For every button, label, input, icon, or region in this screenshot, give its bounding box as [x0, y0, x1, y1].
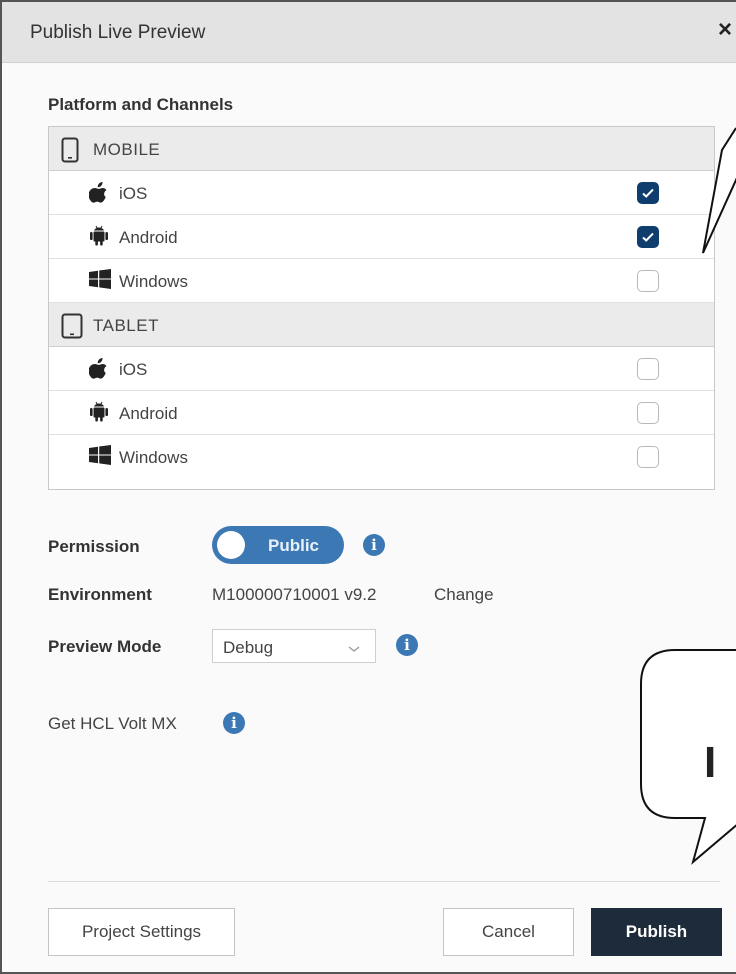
annotation-callouts: [640, 127, 736, 865]
callout-text: I: [704, 738, 717, 787]
